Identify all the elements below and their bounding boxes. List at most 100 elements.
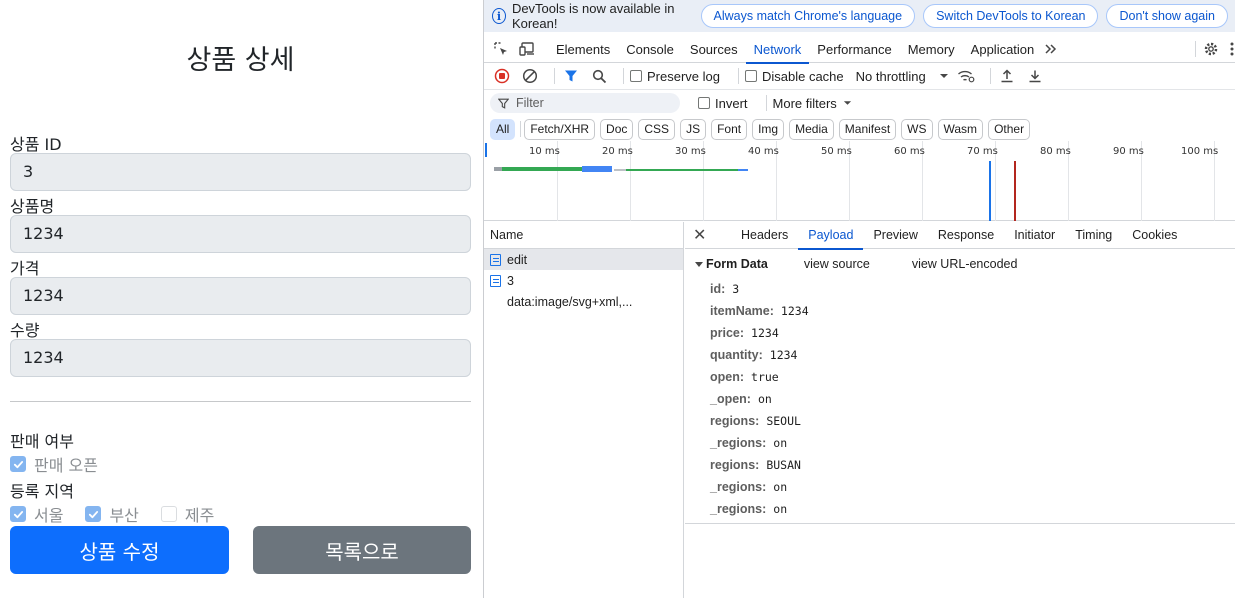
tab-timing[interactable]: Timing [1065,222,1122,249]
settings-gear-icon[interactable] [1202,40,1220,58]
tab-headers[interactable]: Headers [731,222,798,249]
network-overview-timeline[interactable]: 10 ms 20 ms 30 ms 40 ms 50 ms 60 ms 70 m… [484,141,1235,221]
switch-to-korean-button[interactable]: Switch DevTools to Korean [923,4,1099,28]
form-key: quantity: [710,348,763,362]
checkmark-icon [13,460,23,468]
tab-cookies[interactable]: Cookies [1122,222,1187,249]
type-doc[interactable]: Doc [600,118,634,140]
type-other[interactable]: Other [988,118,1031,140]
form-value: on [773,502,788,516]
sale-open-checkbox[interactable] [10,456,26,472]
tab-performance[interactable]: Performance [809,36,899,63]
price-field[interactable]: 1234 [10,277,471,315]
view-url-encoded-link[interactable]: view URL-encoded [912,257,1018,271]
preserve-log-checkbox[interactable] [630,70,642,82]
more-tabs-icon[interactable] [1042,40,1060,58]
back-to-list-button[interactable]: 목록으로 [253,526,471,574]
form-key: _regions: [710,502,767,516]
close-icon[interactable]: ✕ [693,225,717,245]
tab-initiator[interactable]: Initiator [1004,222,1065,249]
form-data-header: Form Data view source view URL-encoded [695,257,1059,271]
tab-application[interactable]: Application [963,36,1043,63]
search-icon[interactable] [589,66,609,86]
type-media[interactable]: Media [789,118,834,140]
request-row[interactable]: 3 [484,270,683,291]
form-data-row: quantity: 1234 [710,344,809,366]
tick-label: 50 ms [821,146,852,157]
language-infobar: i DevTools is now available in Korean! A… [484,0,1235,32]
type-ws[interactable]: WS [901,118,933,140]
tick-label: 90 ms [1113,146,1144,157]
clear-icon[interactable] [520,66,540,86]
filter-input[interactable]: Filter [490,93,680,113]
sale-open-option: 판매 오픈 [10,452,120,476]
filter-funnel-icon[interactable] [561,66,581,86]
type-font[interactable]: Font [711,118,748,140]
dont-show-again-button[interactable]: Don't show again [1106,4,1228,28]
tick-label: 60 ms [894,146,925,157]
record-stop-icon[interactable] [492,66,512,86]
tab-elements[interactable]: Elements [548,36,618,63]
more-filters-button[interactable]: More filters [773,96,837,111]
tab-network[interactable]: Network [745,36,810,64]
form-data-toggle[interactable]: Form Data [695,257,768,271]
export-har-icon[interactable] [1025,66,1045,86]
filter-bar: Filter Invert More filters [484,90,1235,116]
form-value: 3 [732,282,740,296]
expand-triangle-icon [695,261,703,267]
type-wasm[interactable]: Wasm [937,118,984,140]
region-options: 서울 부산 제주 [10,502,236,526]
filter-icon [498,98,509,109]
view-source-link[interactable]: view source [804,257,870,271]
form-data-title: Form Data [706,257,768,271]
type-manifest[interactable]: Manifest [838,118,897,140]
form-key: id: [710,282,726,296]
edit-item-button[interactable]: 상품 수정 [10,526,229,574]
price-label: 가격 [10,259,40,278]
item-id-field[interactable]: 3 [10,153,471,191]
region-busan-checkbox[interactable] [85,506,102,522]
form-value: true [751,370,779,384]
request-row[interactable]: data:image/svg+xml,... [484,291,683,312]
request-list: Name edit 3 data:image/svg+xml,... [484,222,684,598]
item-name-field[interactable]: 1234 [10,215,471,253]
import-har-icon[interactable] [997,66,1017,86]
form-data-row: _regions: on [710,476,809,498]
tab-preview[interactable]: Preview [863,222,927,249]
type-css[interactable]: CSS [638,118,676,140]
type-all[interactable]: All [490,118,516,140]
region-busan-label: 부산 [109,506,139,525]
type-fetch-xhr[interactable]: Fetch/XHR [524,118,596,140]
name-column-header[interactable]: Name [484,222,683,249]
quantity-field[interactable]: 1234 [10,339,471,377]
page-title: 상품 상세 [186,45,295,76]
tick-label: 100 ms [1181,146,1219,157]
region-seoul-checkbox[interactable] [10,506,26,522]
match-chrome-language-button[interactable]: Always match Chrome's language [700,4,916,28]
form-key: regions: [710,414,760,428]
type-js[interactable]: JS [680,118,707,140]
invert-checkbox[interactable] [698,97,710,109]
type-img[interactable]: Img [752,118,785,140]
tick-label: 10 ms [529,146,560,157]
throttling-select[interactable]: No throttling [856,69,926,84]
tab-console[interactable]: Console [618,36,682,63]
tab-response[interactable]: Response [928,222,1004,249]
divider [10,401,471,402]
request-name: 3 [507,273,514,288]
tab-memory[interactable]: Memory [900,36,963,63]
tab-sources[interactable]: Sources [682,36,746,63]
inspect-element-icon[interactable] [492,40,510,58]
disable-cache-checkbox[interactable] [744,70,757,82]
tick-label: 20 ms [602,146,633,157]
dropdown-caret-icon[interactable] [934,66,954,86]
request-row[interactable]: edit [484,249,683,270]
device-toolbar-icon[interactable] [518,40,536,58]
request-name: edit [507,252,528,267]
tab-payload[interactable]: Payload [798,222,864,250]
form-data-row: _regions: on [710,432,809,454]
region-jeju-checkbox[interactable] [160,506,177,522]
more-options-icon[interactable] [1228,40,1235,58]
network-conditions-icon[interactable] [956,66,976,86]
form-data-row: _regions: on [710,498,809,520]
